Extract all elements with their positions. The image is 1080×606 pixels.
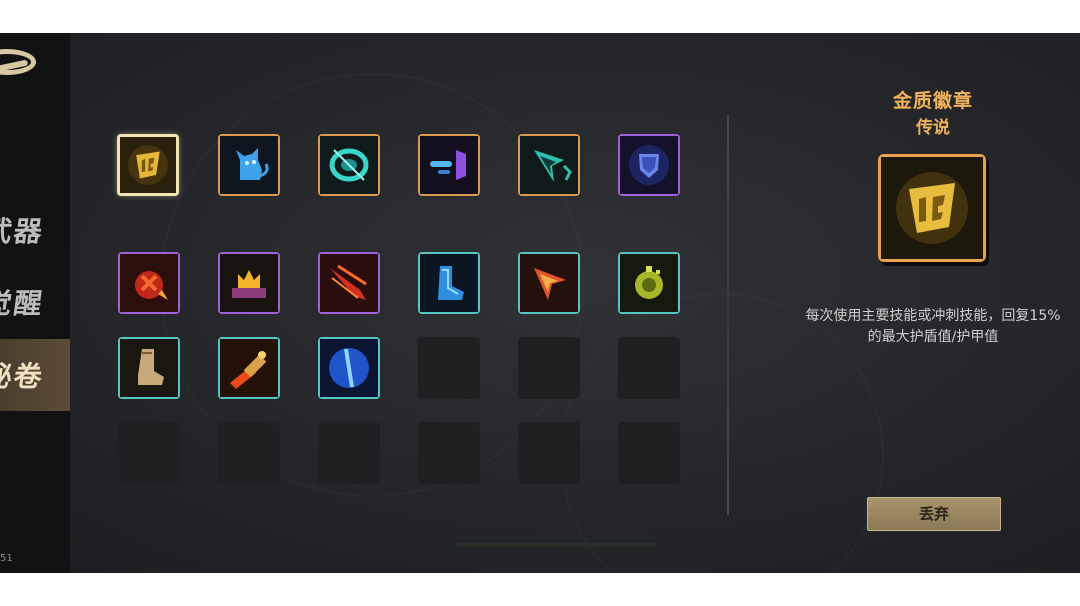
inventory-slot-empty[interactable] bbox=[318, 422, 380, 484]
tab-scrolls[interactable]: 秘卷 bbox=[0, 339, 70, 411]
inventory-slot-red-arrowhead[interactable] bbox=[518, 252, 580, 314]
item-preview bbox=[878, 154, 986, 262]
inventory-slot-empty[interactable] bbox=[618, 422, 680, 484]
tab-weapons[interactable]: 武器 bbox=[0, 194, 70, 266]
item-description: 每次使用主要技能或冲刺技能，回复15%的最大护盾值/护甲值 bbox=[805, 308, 1061, 345]
tab-awaken-label: 觉醒 bbox=[0, 287, 47, 320]
inventory-slot-gold-badge[interactable] bbox=[117, 134, 179, 196]
tab-scrolls-label: 秘卷 bbox=[0, 360, 47, 393]
inventory-slot-empty[interactable] bbox=[418, 337, 480, 399]
red-flame-icon bbox=[120, 254, 178, 312]
cyan-arrowhead-icon bbox=[520, 136, 578, 194]
tab-weapons-label: 武器 bbox=[0, 215, 47, 248]
bottom-bar bbox=[455, 543, 655, 547]
tab-awaken[interactable]: 觉醒 bbox=[0, 266, 70, 338]
fire-rocket-icon bbox=[220, 339, 278, 397]
inventory-slot-blue-boot[interactable] bbox=[418, 252, 480, 314]
panel-divider bbox=[727, 115, 729, 515]
inventory-slot-red-flame[interactable] bbox=[118, 252, 180, 314]
item-rarity: 传说 bbox=[916, 118, 950, 138]
inventory-slot-empty[interactable] bbox=[218, 422, 280, 484]
inventory-slot-green-ring[interactable] bbox=[618, 252, 680, 314]
leather-boot-icon bbox=[120, 339, 178, 397]
inventory-slot-empty[interactable] bbox=[618, 337, 680, 399]
red-arrowhead-icon bbox=[520, 254, 578, 312]
inventory-slot-gold-crown[interactable] bbox=[218, 252, 280, 314]
game-screen: 武器 觉醒 秘卷 51 金质徽章 传说 每次使用主要技能或冲刺技能，回复15%的… bbox=[0, 33, 1080, 573]
inventory-slot-empty[interactable] bbox=[118, 422, 180, 484]
inventory-slot-empty[interactable] bbox=[518, 422, 580, 484]
inventory-slot-blue-cat[interactable] bbox=[218, 134, 280, 196]
green-ring-icon bbox=[620, 254, 678, 312]
inventory-slot-fire-rocket[interactable] bbox=[218, 337, 280, 399]
cyan-ring-icon bbox=[320, 136, 378, 194]
inventory-slot-empty[interactable] bbox=[518, 337, 580, 399]
blue-orb-icon bbox=[320, 339, 378, 397]
sidebar: 武器 觉醒 秘卷 51 bbox=[0, 33, 70, 573]
gold-crown-icon bbox=[220, 254, 278, 312]
inventory-slot-cyan-arrowhead[interactable] bbox=[518, 134, 580, 196]
gold-badge-icon bbox=[120, 137, 176, 193]
blue-cat-icon bbox=[220, 136, 278, 194]
version-text: 51 bbox=[0, 553, 13, 564]
purple-dash-icon bbox=[420, 136, 478, 194]
inventory-slot-cyan-ring[interactable] bbox=[318, 134, 380, 196]
discard-button[interactable]: 丢弃 bbox=[867, 497, 1001, 531]
inventory-slot-blue-orb[interactable] bbox=[318, 337, 380, 399]
blue-boot-icon bbox=[420, 254, 478, 312]
blue-shield-icon bbox=[620, 136, 678, 194]
inventory-slot-purple-dash[interactable] bbox=[418, 134, 480, 196]
red-claw-icon bbox=[320, 254, 378, 312]
inventory-slot-red-claw[interactable] bbox=[318, 252, 380, 314]
item-name: 金质徽章 bbox=[892, 90, 973, 112]
gold-badge-icon bbox=[881, 157, 983, 259]
inventory-slot-leather-boot[interactable] bbox=[118, 337, 180, 399]
inventory-slot-blue-shield[interactable] bbox=[618, 134, 680, 196]
inventory-slot-empty[interactable] bbox=[418, 422, 480, 484]
